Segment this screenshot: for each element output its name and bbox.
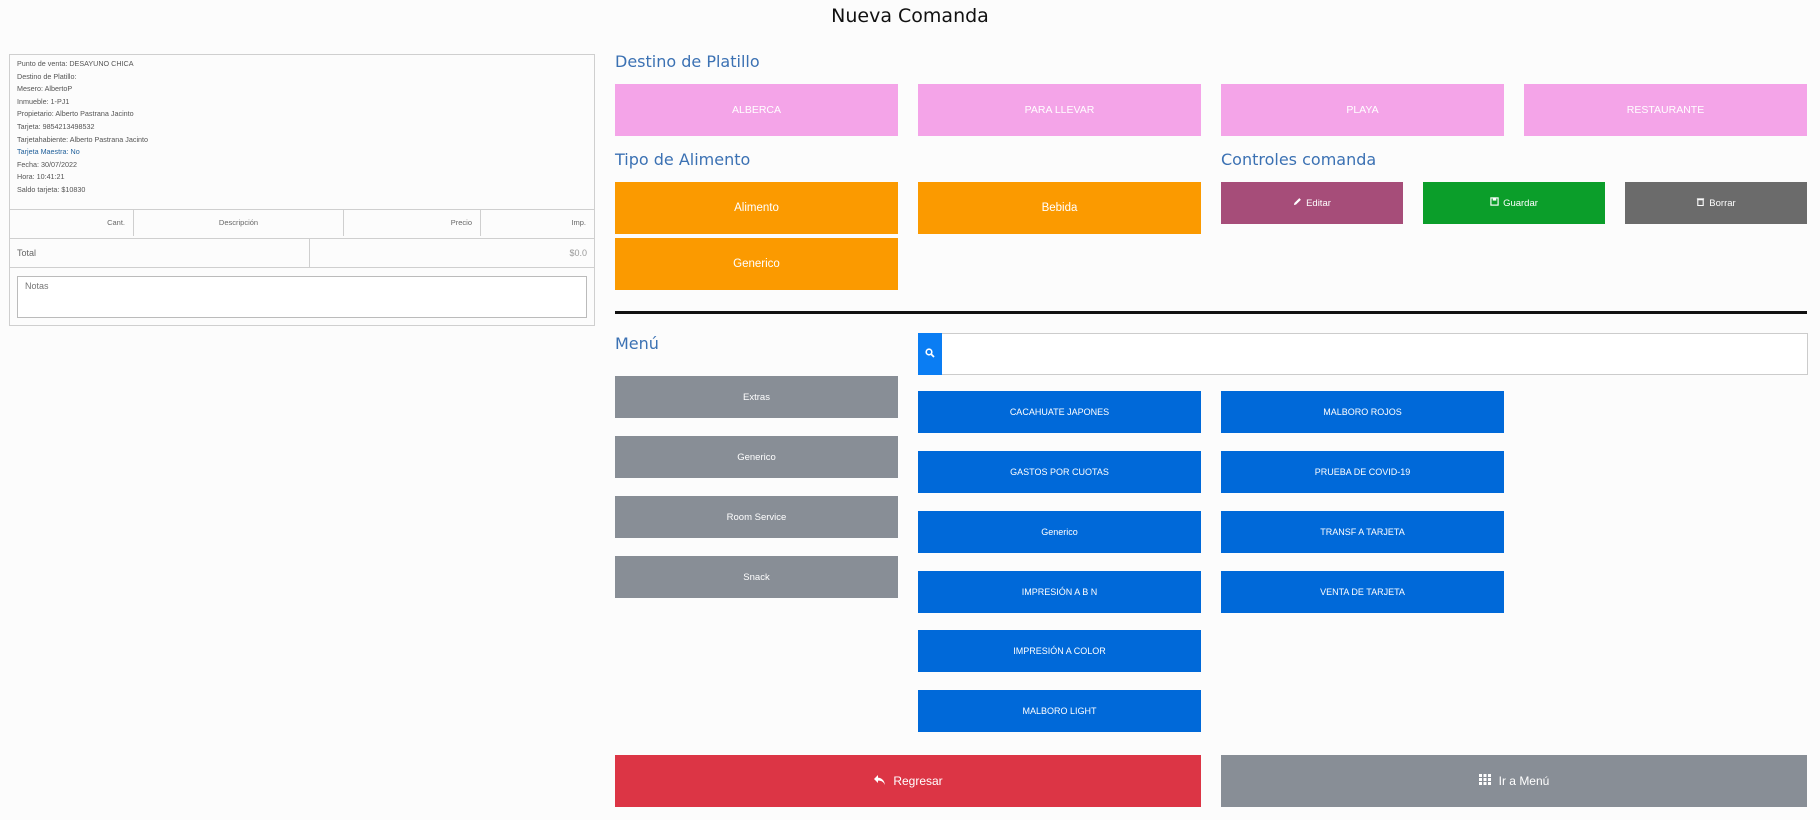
borrar-label: Borrar — [1709, 197, 1736, 209]
tipo-generico-button[interactable]: Generico — [615, 238, 898, 290]
category-room-service-button[interactable]: Room Service — [615, 496, 898, 538]
search-input[interactable] — [945, 334, 1809, 376]
reply-arrow-icon — [873, 774, 886, 789]
inmueble-info: Inmueble: 1-PJ1 — [17, 96, 70, 106]
fecha-info: Fecha: 30/07/2022 — [17, 159, 77, 169]
col-descripcion: Descripción — [134, 210, 344, 236]
propietario-info: Propietario: Alberto Pastrana Jacinto — [17, 109, 134, 119]
tipo-title: Tipo de Alimento — [615, 150, 751, 169]
menu-item-button[interactable]: MALBORO ROJOS — [1221, 391, 1504, 433]
ir-menu-label: Ir a Menú — [1498, 774, 1550, 788]
editar-button[interactable]: Editar — [1221, 182, 1403, 224]
controles-title: Controles comanda — [1221, 150, 1377, 169]
search-button[interactable] — [918, 333, 942, 375]
ir-menu-button[interactable]: Ir a Menú — [1221, 755, 1807, 807]
pencil-icon — [1293, 197, 1302, 209]
menu-item-button[interactable]: TRANSF A TARJETA — [1221, 511, 1504, 553]
regresar-label: Regresar — [893, 774, 943, 788]
borrar-button[interactable]: Borrar — [1625, 182, 1807, 224]
ticket-panel: Punto de venta: DESAYUNO CHICA Destino d… — [9, 54, 595, 326]
destino-restaurante-button[interactable]: RESTAURANTE — [1524, 84, 1807, 136]
category-snack-button[interactable]: Snack — [615, 556, 898, 598]
col-precio: Precio — [344, 210, 481, 236]
trash-icon — [1696, 197, 1705, 209]
destino-info: Destino de Platillo: — [17, 71, 77, 81]
section-divider — [615, 311, 1807, 314]
menu-item-button[interactable]: IMPRESIÓN A COLOR — [918, 630, 1201, 672]
guardar-label: Guardar — [1503, 197, 1538, 209]
category-extras-button[interactable]: Extras — [615, 376, 898, 418]
col-imp: Imp. — [571, 218, 586, 227]
total-label: Total — [10, 239, 310, 267]
menu-item-button[interactable]: GASTOS POR CUOTAS — [918, 451, 1201, 493]
tarjeta-maestra-info: Tarjeta Maestra: No — [17, 147, 80, 157]
ticket-table-header: Cant. Descripción Precio Imp. — [10, 209, 594, 239]
destino-playa-button[interactable]: PLAYA — [1221, 84, 1504, 136]
ticket-info: Punto de venta: DESAYUNO CHICA Destino d… — [17, 58, 148, 197]
guardar-button[interactable]: Guardar — [1423, 182, 1605, 224]
col-cant: Cant. — [10, 210, 134, 236]
saldo-info: Saldo tarjeta: $10830 — [17, 184, 86, 194]
destino-para-llevar-button[interactable]: PARA LLEVAR — [918, 84, 1201, 136]
category-generico-button[interactable]: Generico — [615, 436, 898, 478]
menu-item-button[interactable]: PRUEBA DE COVID-19 — [1221, 451, 1504, 493]
search-icon — [925, 345, 935, 363]
save-icon — [1490, 197, 1499, 209]
tipo-bebida-button[interactable]: Bebida — [918, 182, 1201, 234]
mesero-info: Mesero: AlbertoP — [17, 84, 73, 94]
menu-item-button[interactable]: IMPRESIÓN A B N — [918, 571, 1201, 613]
menu-item-button[interactable]: MALBORO LIGHT — [918, 690, 1201, 732]
menu-title: Menú — [615, 334, 659, 353]
tarjetahabiente-info: Tarjetahabiente: Alberto Pastrana Jacint… — [17, 134, 149, 144]
total-value: $0.0 — [569, 248, 587, 258]
menu-item-button[interactable]: CACAHUATE JAPONES — [918, 391, 1201, 433]
hora-info: Hora: 10:41:21 — [17, 172, 65, 182]
menu-item-button[interactable]: VENTA DE TARJETA — [1221, 571, 1504, 613]
regresar-button[interactable]: Regresar — [615, 755, 1201, 807]
punto-venta: Punto de venta: DESAYUNO CHICA — [17, 59, 134, 68]
notes-field[interactable] — [17, 276, 587, 318]
page-title: Nueva Comanda — [831, 5, 989, 27]
tipo-alimento-button[interactable]: Alimento — [615, 182, 898, 234]
menu-item-button[interactable]: Generico — [918, 511, 1201, 553]
destino-title: Destino de Platillo — [615, 52, 760, 71]
tarjeta-info: Tarjeta: 9854213498532 — [17, 121, 95, 131]
grid-icon — [1478, 774, 1491, 788]
search-input-container — [918, 333, 1809, 376]
ticket-total-row: Total $0.0 — [10, 239, 594, 268]
editar-label: Editar — [1306, 197, 1331, 209]
destino-alberca-button[interactable]: ALBERCA — [615, 84, 898, 136]
